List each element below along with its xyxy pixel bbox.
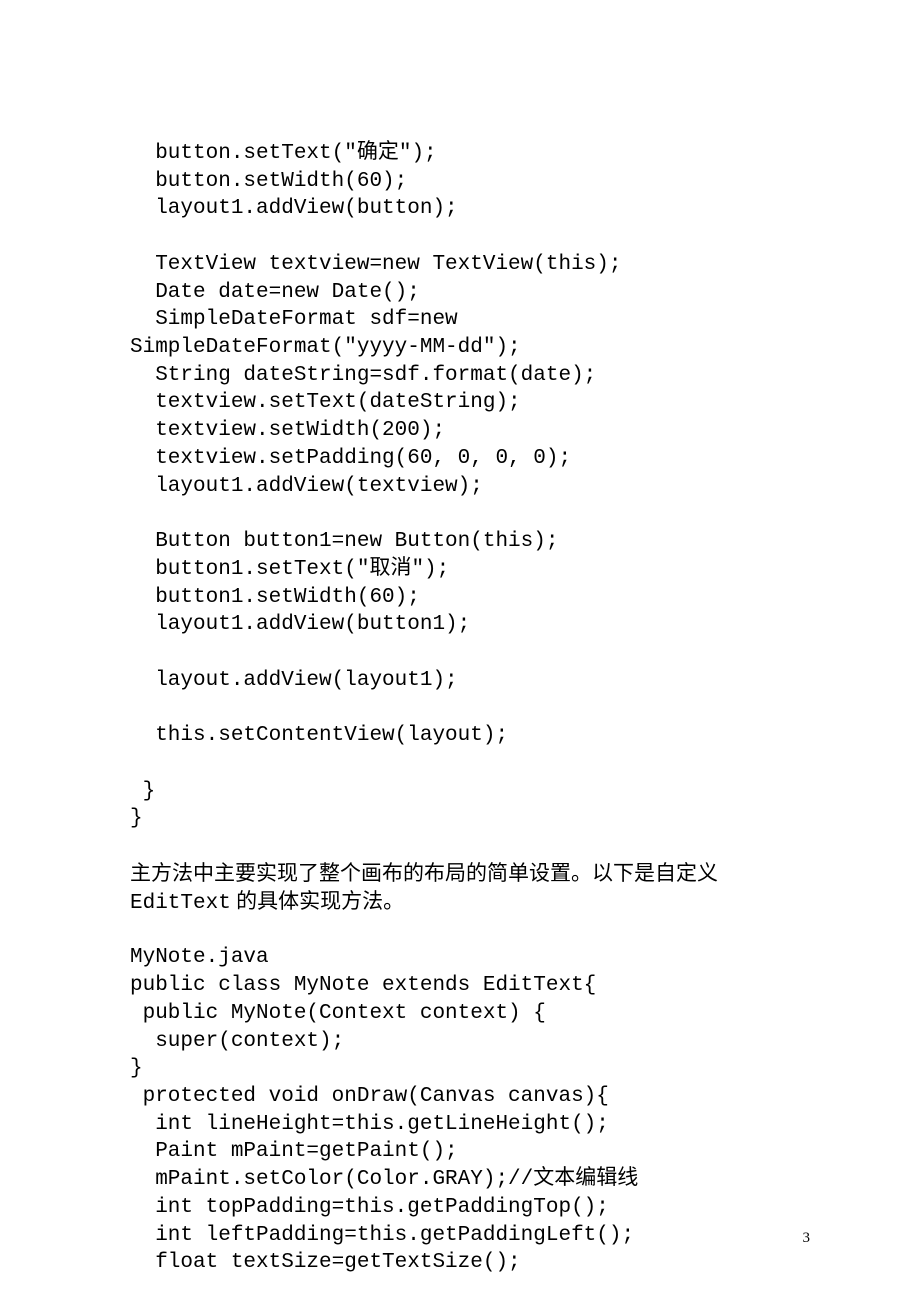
prose-line-1: 主方法中主要实现了整个画布的布局的简单设置。以下是自定义: [130, 861, 718, 885]
spacer: [130, 833, 820, 860]
code-block-2: MyNote.java public class MyNote extends …: [130, 944, 820, 1277]
prose-line-2-suffix: 的具体实现方法。: [231, 889, 404, 913]
prose-paragraph: 主方法中主要实现了整个画布的布局的简单设置。以下是自定义 EditText 的具…: [130, 860, 820, 917]
spacer: [130, 917, 820, 944]
prose-inline-code: EditText: [130, 892, 231, 915]
code-block-1: button.setText("确定"); button.setWidth(60…: [130, 140, 820, 833]
page-number: 3: [803, 1230, 811, 1247]
document-page: button.setText("确定"); button.setWidth(60…: [0, 0, 920, 1302]
